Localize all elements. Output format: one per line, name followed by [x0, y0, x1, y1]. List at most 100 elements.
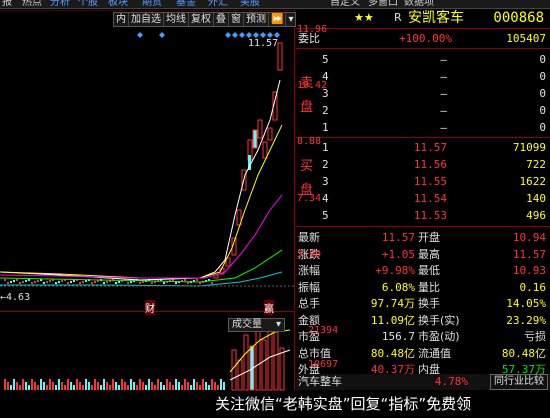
candle: [257, 119, 263, 139]
profit-event-badge[interactable]: 赢: [264, 300, 274, 315]
chart-toolbar-item[interactable]: 均线: [164, 13, 189, 26]
chart-toolbar-item[interactable]: 加自选: [129, 13, 164, 26]
candle: [19, 282, 21, 284]
sell-price: —: [440, 121, 447, 134]
volume-bar: [208, 385, 210, 390]
top-menu-item[interactable]: 自定义: [330, 0, 360, 8]
volume-bar: [13, 379, 15, 390]
volume-bar: [46, 385, 48, 390]
volume-bar: [19, 385, 21, 390]
volume-bar: [169, 382, 171, 390]
stat-value: 97.74万: [370, 297, 415, 310]
quote-row: 涨跌 +1.05 最高 11.57: [296, 247, 550, 263]
volume-bar: [37, 385, 39, 390]
volume-bar: [273, 331, 279, 391]
quote-row: 5 11.53 496: [296, 208, 550, 224]
quote-row: 3 11.55 1622: [296, 174, 550, 190]
volume-bar: [211, 379, 213, 390]
chart-toolbar-item[interactable]: 预测: [244, 13, 269, 26]
volume-bar: [181, 385, 183, 390]
volume-bar: [4, 379, 6, 390]
volume-bar: [223, 382, 225, 390]
divider: [296, 48, 550, 49]
candle: [103, 282, 105, 284]
kline-chart[interactable]: [0, 10, 295, 310]
chart-toolbar: 内加自选 均线 复权叠窗预测 ⏩ ▾: [113, 12, 297, 27]
candle: [175, 282, 177, 284]
volume-bar: [217, 385, 219, 390]
buy-level: 2: [322, 158, 329, 171]
buy-price: 11.55: [413, 175, 447, 188]
volume-bar: [154, 385, 156, 390]
candle: [262, 141, 268, 159]
volume-bar: [202, 379, 204, 390]
candle: [118, 281, 120, 283]
buy-volume: 140: [526, 192, 546, 205]
volume-bar: [10, 385, 12, 390]
stat-value: 80.48亿: [501, 346, 546, 360]
volume-bar: [166, 379, 168, 390]
stat-label: 流通值: [418, 346, 451, 360]
chart-toolbar-item[interactable]: ⏩: [269, 13, 287, 26]
candle: [85, 280, 87, 282]
candle: [252, 129, 258, 149]
top-menu-item[interactable]: 多窗口: [368, 0, 398, 8]
sector-change: 4.78%: [434, 375, 468, 388]
volume-bar: [184, 379, 186, 390]
quote-row: 振幅 6.08% 量比 0.16: [296, 280, 550, 296]
stat-value: 10.94: [512, 231, 546, 244]
volume-bar: [88, 382, 90, 390]
volume-axis-label: 21394: [308, 325, 339, 336]
chart-toolbar-item[interactable]: 内: [114, 13, 129, 26]
volume-bar: [196, 382, 198, 390]
quote-row: 4—0: [296, 69, 550, 85]
volume-bar: [55, 385, 57, 390]
volume-bar: [136, 385, 138, 390]
volume-bar: [163, 385, 165, 390]
volume-bar: [106, 382, 108, 390]
divider: [296, 137, 550, 138]
candle: [31, 282, 33, 284]
top-menu-item[interactable]: 基金: [176, 0, 196, 8]
quote-row: ★★ R 安凯客车 000868: [296, 10, 550, 26]
sell-volume: 0: [539, 70, 546, 83]
volume-bar: [261, 339, 267, 391]
top-menu-item[interactable]: 个股: [78, 0, 98, 8]
volume-bar: [40, 379, 42, 390]
chart-toolbar-item[interactable]: 复权: [189, 13, 214, 26]
chart-toolbar-item[interactable]: 叠: [214, 13, 229, 26]
top-menu-item[interactable]: 期货: [142, 0, 162, 8]
volume-bar: [112, 379, 114, 390]
stat-value: +1.05: [381, 247, 415, 261]
top-menu-item[interactable]: 板块: [108, 0, 128, 8]
top-menu-item[interactable]: 热点: [22, 0, 42, 8]
quote-row: 2 — 0: [296, 103, 550, 119]
finance-event-badge[interactable]: 财: [145, 300, 155, 315]
stat-value: 80.48亿: [370, 346, 415, 360]
top-menu-item[interactable]: 分析: [50, 0, 70, 8]
volume-bar: [178, 382, 180, 390]
candle: [267, 127, 273, 141]
stat-value: 156.7: [381, 330, 415, 343]
volume-axis-label: 10697: [308, 359, 339, 370]
top-menu-item[interactable]: 报: [2, 0, 12, 8]
stock-name: 安凯客车: [408, 10, 464, 26]
volume-bar: [34, 382, 36, 390]
top-menu-item[interactable]: 数据项: [404, 0, 434, 8]
volume-bar: [205, 382, 207, 390]
volume-bar: [220, 379, 222, 390]
industry-compare-button[interactable]: 同行业比较: [490, 374, 548, 390]
candle: [151, 282, 153, 284]
high-price-label: 11.57: [248, 38, 279, 49]
quote-row: 1 — 0: [296, 120, 550, 136]
chart-toolbar-item[interactable]: ▾: [286, 13, 295, 26]
volume-bar: [255, 327, 261, 391]
buy-volume: 71099: [512, 141, 546, 154]
chart-toolbar-item[interactable]: 窗: [229, 13, 244, 26]
top-menu-item[interactable]: 美股: [240, 0, 260, 8]
sell-level: 1: [322, 121, 329, 134]
top-menu-item[interactable]: 外汇: [208, 0, 228, 8]
rating-badge: R: [394, 11, 402, 24]
volume-indicator-select[interactable]: 成交量 ▾: [228, 318, 286, 332]
candle: [28, 279, 30, 281]
